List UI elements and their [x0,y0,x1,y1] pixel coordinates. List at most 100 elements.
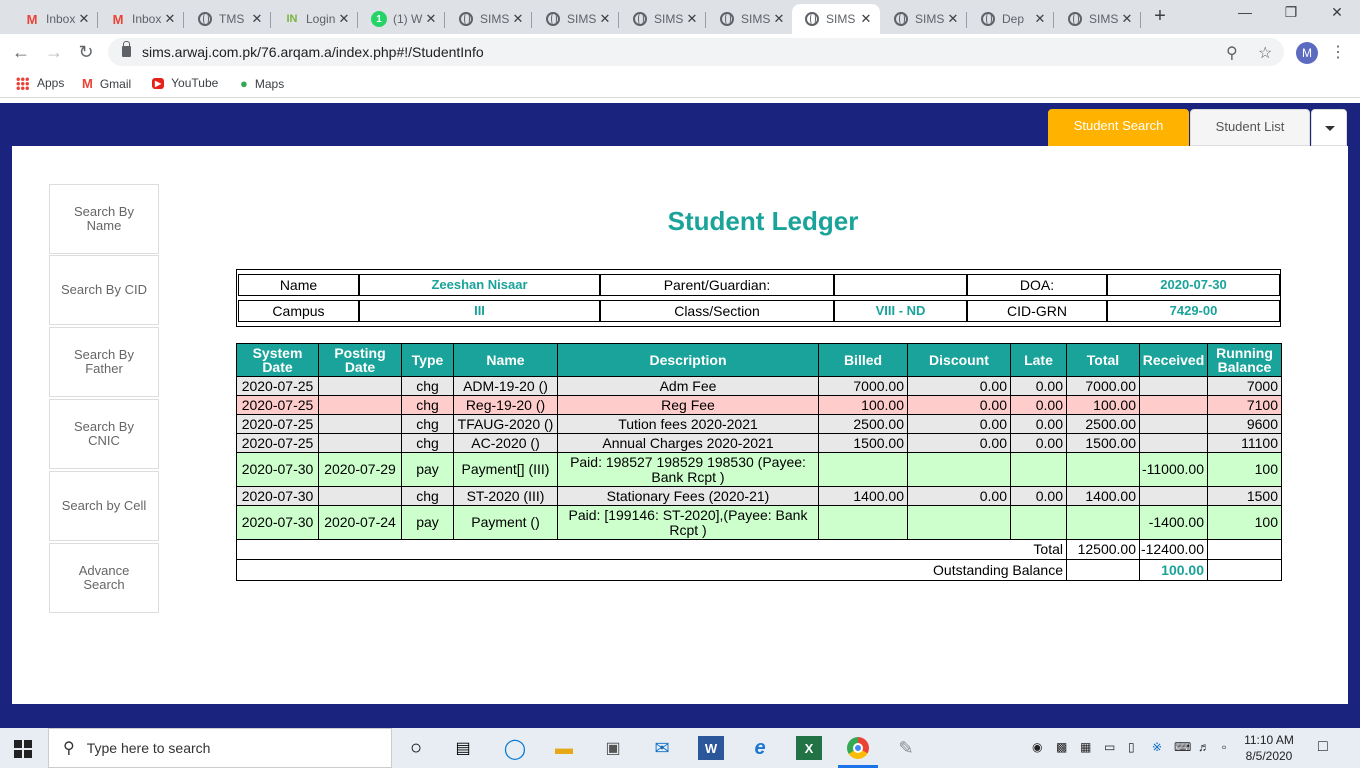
bookmark-youtube[interactable]: ▶ YouTube [152,76,218,90]
globe-icon [719,11,735,27]
close-window-button[interactable]: ✕ [1314,4,1360,26]
close-icon[interactable]: ✕ [945,11,961,27]
bluetooth-icon[interactable]: ※ [1152,740,1162,754]
file-explorer-icon[interactable]: ▬ [551,736,577,760]
excel-icon[interactable]: X [796,736,822,760]
close-icon[interactable]: ✕ [771,11,787,27]
browser-tab[interactable]: SIMS ✕ [620,4,706,34]
skype-icon[interactable]: ◉ [1032,740,1042,754]
browser-tab[interactable]: SIMS ✕ [707,4,793,34]
cortana-icon[interactable]: ○ [403,736,429,760]
cell-running-balance: 7100 [1246,396,1278,413]
notifications-icon[interactable]: □ [1318,738,1328,756]
mail-icon[interactable]: ✉ [649,736,675,760]
close-icon[interactable]: ✕ [684,11,700,27]
taskbar-search-box[interactable]: ⚲ Type here to search [48,728,392,768]
cell-system-date: 2020-07-30 [237,506,319,539]
bookmark-gmail[interactable]: M Gmail [82,76,131,91]
tray-security-icon[interactable]: ▦ [1080,740,1091,754]
search-by-father-button[interactable]: Search By Father [49,327,159,397]
zoom-icon[interactable]: ⚲ [1226,43,1238,63]
cell-name: Reg-19-20 () [454,396,558,414]
browser-tab[interactable]: SIMS ✕ [881,4,967,34]
browser-tab[interactable]: M Inbox ✕ [98,4,184,34]
cell-received [1140,434,1208,452]
system-clock[interactable]: 11:10 AM 8/5/2020 [1242,732,1296,764]
maximize-button[interactable]: ❐ [1268,4,1314,26]
close-icon[interactable]: ✕ [597,11,613,27]
new-tab-button[interactable]: + [1150,6,1170,26]
browser-menu-icon[interactable]: ⋮ [1330,42,1346,62]
language-icon[interactable]: ⌨ [1174,740,1191,754]
cell-system-date: 2020-07-25 [237,415,319,433]
search-by-cid-button[interactable]: Search By CID [49,255,159,325]
display-icon[interactable]: ▭ [1104,740,1115,754]
apps-grid-icon [16,76,29,90]
globe-icon [545,11,561,27]
close-icon[interactable]: ✕ [76,11,92,27]
close-icon[interactable]: ✕ [858,11,874,27]
close-icon[interactable]: ✕ [423,11,439,27]
word-icon[interactable]: W [698,736,724,760]
tab-student-list[interactable]: Student List [1190,109,1310,146]
tab-student-search[interactable]: Student Search [1048,109,1189,146]
close-icon[interactable]: ✕ [249,11,265,27]
cell-name: TFAUG-2020 () [454,415,558,433]
browser-tab[interactable]: Dep ✕ [968,4,1054,34]
outstanding-row: Outstanding Balance 100.00 [237,560,1281,580]
back-icon[interactable]: ← [10,41,32,63]
minimize-button[interactable]: — [1222,4,1268,26]
student-name: Zeeshan Nisaar [359,274,600,296]
browser-tab[interactable]: M Inbox ✕ [12,4,98,34]
search-by-name-button[interactable]: Search By Name [49,184,159,254]
cell-description: Annual Charges 2020-2021 [558,434,819,452]
forward-icon[interactable]: → [43,41,65,63]
address-bar[interactable]: sims.arwaj.com.pk/76.arqam.a/index.php#!… [108,38,1284,66]
reload-icon[interactable]: ↻ [75,41,97,63]
globe-icon [632,11,648,27]
tab-title: SIMS [567,12,597,26]
edge-icon[interactable]: ◯ [502,736,528,760]
browser-tab[interactable]: SIMS ✕ [792,4,880,34]
chrome-icon[interactable] [845,736,871,760]
cell-description: Reg Fee [558,396,819,414]
browser-tab[interactable]: 1 (1) WhatsApp✕ [359,4,445,34]
task-view-icon[interactable]: ▤ [450,736,476,760]
url-text[interactable]: sims.arwaj.com.pk/76.arqam.a/index.php#!… [142,44,484,60]
bookmark-star-icon[interactable]: ☆ [1258,43,1272,63]
internet-explorer-icon[interactable]: e [747,736,773,760]
paint-icon[interactable]: ✎ [893,736,919,760]
tab-separator [357,12,358,28]
tray-app-icon[interactable]: ▩ [1056,740,1067,754]
browser-tab[interactable]: SIMS ✕ [1055,4,1141,34]
advance-search-button[interactable]: Advance Search [49,543,159,613]
bookmark-maps[interactable]: ● Maps [240,76,284,91]
table-row: 2020-07-25 chg AC-2020 () Annual Charges 20… [237,434,1281,453]
browser-tab[interactable]: TMS ✕ [185,4,271,34]
cell-system-date: 2020-07-25 [237,434,319,452]
student-info-table: Name Zeeshan Nisaar Parent/Guardian: DOA… [236,269,1281,327]
bookmark-apps[interactable]: Apps [16,76,64,90]
browser-tab[interactable]: SIMS ✕ [533,4,619,34]
browser-tab[interactable]: IN Login ✕ [272,4,358,34]
network-icon[interactable]: ▯ [1128,740,1135,754]
ime-icon[interactable]: ▫ [1222,740,1226,754]
close-icon[interactable]: ✕ [1119,11,1135,27]
profile-avatar[interactable]: M [1296,42,1318,64]
volume-icon[interactable]: ♬ [1198,740,1210,754]
browser-tab[interactable]: SIMS ✕ [446,4,532,34]
total-empty [1208,540,1281,559]
cell-running-balance: 1500 [1246,487,1278,504]
ledger-table: System Date Posting Date Type Name Descripti… [236,343,1282,581]
bookmark-label: Gmail [99,76,132,91]
store-icon[interactable]: ▣ [600,736,626,760]
close-icon[interactable]: ✕ [336,11,352,27]
close-icon[interactable]: ✕ [1032,11,1048,27]
close-icon[interactable]: ✕ [510,11,526,27]
close-icon[interactable]: ✕ [162,11,178,27]
search-by-cell-button[interactable]: Search by Cell [49,471,159,541]
cell-late: 0.00 [1011,434,1067,452]
windows-start-icon[interactable] [14,740,32,758]
search-by-cnic-button[interactable]: Search By CNIC [49,399,159,469]
chevron-down-icon[interactable] [1311,109,1347,146]
